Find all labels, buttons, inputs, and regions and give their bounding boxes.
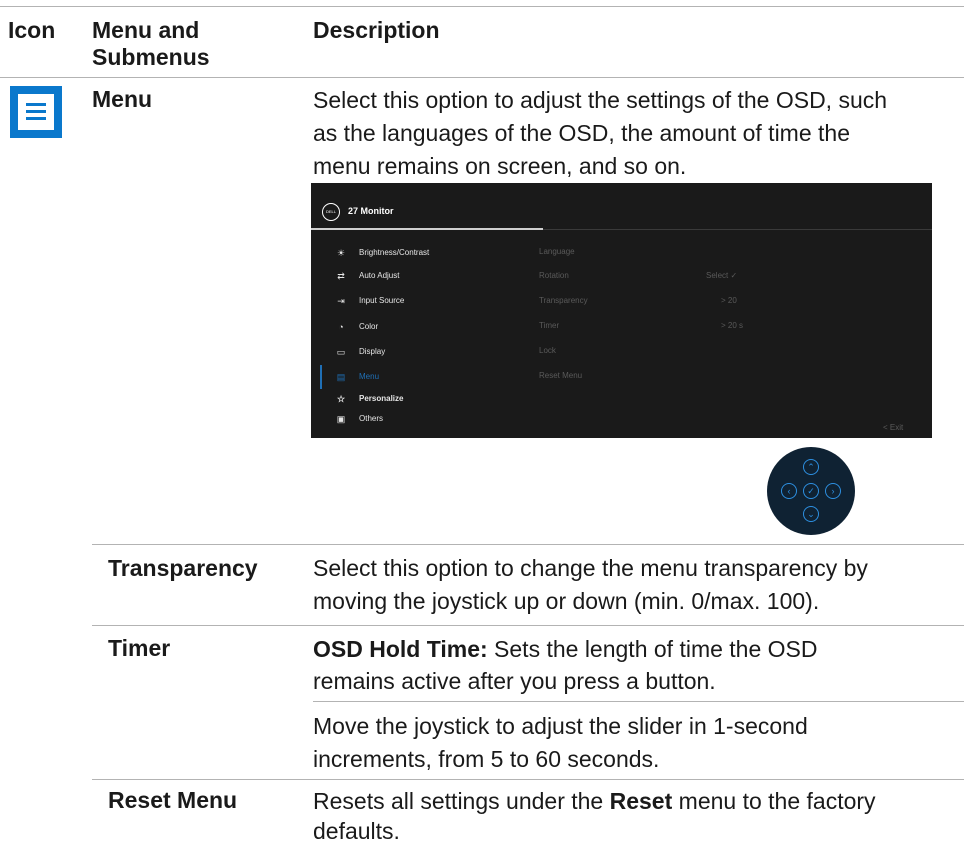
osd-screenshot: DELL 27 Monitor ☀ Brightness/Contrast ⇄ … xyxy=(311,183,932,438)
dell-logo: DELL xyxy=(322,203,340,221)
osd-sub-lock: Lock xyxy=(539,346,556,355)
others-icon: ▣ xyxy=(336,414,346,424)
auto-adjust-icon: ⇄ xyxy=(337,271,345,281)
transparency-name: Transparency xyxy=(108,555,258,581)
joystick-left-icon: ‹ xyxy=(781,483,797,499)
reset-bold-word: Reset xyxy=(609,788,673,814)
menu-row-desc-3: menu remains on screen, and so on. xyxy=(313,153,687,179)
osd-transparency-value: > 20 xyxy=(721,296,737,305)
transparency-desc-2: moving the joystick up or down (min. 0/m… xyxy=(313,588,820,614)
joystick-up-icon: ⌃ xyxy=(803,459,819,475)
row-rule-transparency xyxy=(92,544,964,545)
osd-sub-reset-menu: Reset Menu xyxy=(539,371,583,380)
timer-hold-line2: remains active after you press a button. xyxy=(313,668,716,694)
timer-move-line1: Move the joystick to adjust the slider i… xyxy=(313,713,808,739)
osd-timer-value: > 20 s xyxy=(721,321,744,330)
transparency-desc-1: Select this option to change the menu tr… xyxy=(313,555,868,581)
table-top-rule xyxy=(0,6,964,7)
joystick-right-icon: › xyxy=(825,483,841,499)
osd-sub-transparency: Transparency xyxy=(539,296,588,305)
osd-sub-rotation: Rotation xyxy=(539,271,569,280)
osd-title: 27 Monitor xyxy=(348,206,394,216)
header-menu-line2: Submenus xyxy=(92,44,210,70)
timer-inner-rule xyxy=(313,701,964,702)
reset-desc-line1: Resets all settings under the Reset menu… xyxy=(313,788,876,814)
joystick-center-icon: ✓ xyxy=(803,483,819,499)
menu-row-desc-2: as the languages of the OSD, the amount … xyxy=(313,120,850,146)
header-icon: Icon xyxy=(8,17,56,43)
row-rule-reset xyxy=(92,779,964,780)
menu-row-desc-1: Select this option to adjust the setting… xyxy=(313,87,888,113)
joystick-illustration: ⌃ ‹ ✓ › ⌄ xyxy=(767,447,855,535)
osd-title-rule xyxy=(311,228,932,230)
osd-rotation-select: Select ✓ xyxy=(706,271,738,280)
timer-move-line2: increments, from 5 to 60 seconds. xyxy=(313,746,660,772)
color-palette-icon: ◔ xyxy=(338,322,344,332)
header-description: Description xyxy=(313,17,440,43)
osd-exit: < Exit xyxy=(883,423,904,432)
menu-icon: ▤ xyxy=(336,372,346,382)
header-menu-line1: Menu and xyxy=(92,17,200,43)
menu-list-icon xyxy=(10,86,62,138)
timer-hold-line1: OSD Hold Time: Sets the length of time t… xyxy=(313,636,818,662)
osd-selection-bar xyxy=(320,365,322,389)
display-icon: ▭ xyxy=(336,347,346,357)
menu-row-name: Menu xyxy=(92,86,153,112)
row-rule-timer xyxy=(92,625,964,626)
sun-icon: ☀ xyxy=(336,248,346,258)
osd-sub-language: Language xyxy=(539,247,575,256)
timer-name: Timer xyxy=(108,635,171,661)
joystick-down-icon: ⌄ xyxy=(803,506,819,522)
osd-sub-timer: Timer xyxy=(539,321,560,330)
osd-hold-time-label: OSD Hold Time: xyxy=(313,636,488,662)
reset-menu-name: Reset Menu xyxy=(108,787,238,813)
input-source-icon: ⇥ xyxy=(337,296,345,306)
star-icon: ☆ xyxy=(336,394,346,404)
header-bottom-rule xyxy=(0,77,964,78)
